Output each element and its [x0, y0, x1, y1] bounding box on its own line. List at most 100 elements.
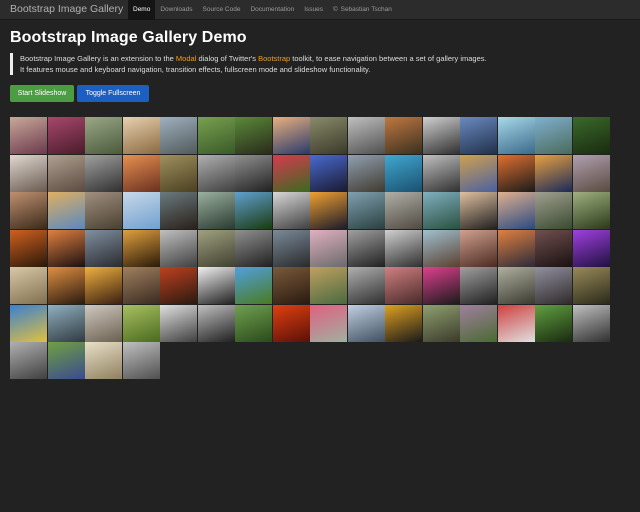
gallery-thumbnail[interactable] [10, 229, 47, 267]
gallery-thumbnail[interactable] [235, 192, 272, 229]
gallery-thumbnail[interactable] [460, 192, 497, 229]
gallery-thumbnail[interactable] [572, 117, 610, 154]
gallery-thumbnail[interactable] [47, 117, 85, 154]
gallery-thumbnail[interactable] [160, 229, 197, 267]
nav-item-source-code[interactable]: Source Code [198, 0, 246, 20]
gallery-thumbnail[interactable] [10, 267, 47, 304]
gallery-thumbnail[interactable] [197, 229, 235, 267]
gallery-thumbnail[interactable] [347, 304, 385, 342]
gallery-thumbnail[interactable] [460, 117, 497, 154]
gallery-thumbnail[interactable] [497, 267, 535, 304]
gallery-thumbnail[interactable] [122, 304, 160, 342]
gallery-thumbnail[interactable] [497, 154, 535, 192]
brand-link[interactable]: Bootstrap Image Gallery [10, 3, 123, 15]
bootstrap-link[interactable]: Bootstrap [258, 54, 290, 63]
gallery-thumbnail[interactable] [160, 154, 197, 192]
gallery-thumbnail[interactable] [122, 154, 160, 192]
gallery-thumbnail[interactable] [85, 154, 122, 192]
gallery-thumbnail[interactable] [385, 117, 422, 154]
gallery-thumbnail[interactable] [47, 229, 85, 267]
gallery-thumbnail[interactable] [535, 154, 572, 192]
gallery-thumbnail[interactable] [347, 229, 385, 267]
gallery-thumbnail[interactable] [122, 342, 160, 379]
gallery-thumbnail[interactable] [85, 117, 122, 154]
gallery-thumbnail[interactable] [160, 117, 197, 154]
toggle-fullscreen-button[interactable]: Toggle Fullscreen [77, 85, 149, 102]
gallery-thumbnail[interactable] [497, 229, 535, 267]
gallery-thumbnail[interactable] [47, 192, 85, 229]
gallery-thumbnail[interactable] [347, 267, 385, 304]
nav-item-demo[interactable]: Demo [128, 0, 156, 20]
nav-item-author[interactable]: © Sebastian Tschan [328, 0, 397, 20]
gallery-thumbnail[interactable] [310, 154, 347, 192]
gallery-thumbnail[interactable] [422, 117, 460, 154]
gallery-thumbnail[interactable] [197, 192, 235, 229]
gallery-thumbnail[interactable] [572, 192, 610, 229]
gallery-thumbnail[interactable] [535, 229, 572, 267]
gallery-thumbnail[interactable] [47, 267, 85, 304]
gallery-thumbnail[interactable] [197, 117, 235, 154]
gallery-thumbnail[interactable] [310, 304, 347, 342]
start-slideshow-button[interactable]: Start Slideshow [10, 85, 74, 102]
gallery-thumbnail[interactable] [347, 117, 385, 154]
gallery-thumbnail[interactable] [272, 267, 310, 304]
gallery-thumbnail[interactable] [10, 154, 47, 192]
gallery-thumbnail[interactable] [385, 267, 422, 304]
gallery-thumbnail[interactable] [47, 342, 85, 379]
gallery-thumbnail[interactable] [535, 304, 572, 342]
nav-item-downloads[interactable]: Downloads [155, 0, 197, 20]
gallery-thumbnail[interactable] [572, 154, 610, 192]
gallery-thumbnail[interactable] [47, 154, 85, 192]
gallery-thumbnail[interactable] [310, 267, 347, 304]
gallery-thumbnail[interactable] [497, 304, 535, 342]
gallery-thumbnail[interactable] [10, 117, 47, 154]
gallery-thumbnail[interactable] [422, 304, 460, 342]
gallery-thumbnail[interactable] [235, 267, 272, 304]
gallery-thumbnail[interactable] [422, 267, 460, 304]
gallery-thumbnail[interactable] [460, 229, 497, 267]
gallery-thumbnail[interactable] [85, 267, 122, 304]
gallery-thumbnail[interactable] [235, 117, 272, 154]
gallery-thumbnail[interactable] [347, 154, 385, 192]
gallery-thumbnail[interactable] [535, 117, 572, 154]
gallery-thumbnail[interactable] [10, 304, 47, 342]
gallery-thumbnail[interactable] [272, 117, 310, 154]
gallery-thumbnail[interactable] [235, 154, 272, 192]
gallery-thumbnail[interactable] [160, 192, 197, 229]
gallery-thumbnail[interactable] [10, 342, 47, 379]
gallery-thumbnail[interactable] [310, 117, 347, 154]
gallery-thumbnail[interactable] [47, 304, 85, 342]
nav-item-issues[interactable]: Issues [299, 0, 328, 20]
gallery-thumbnail[interactable] [422, 229, 460, 267]
gallery-thumbnail[interactable] [310, 229, 347, 267]
gallery-thumbnail[interactable] [572, 304, 610, 342]
gallery-thumbnail[interactable] [572, 229, 610, 267]
gallery-thumbnail[interactable] [385, 229, 422, 267]
gallery-thumbnail[interactable] [197, 154, 235, 192]
gallery-thumbnail[interactable] [122, 192, 160, 229]
gallery-thumbnail[interactable] [497, 117, 535, 154]
gallery-thumbnail[interactable] [85, 342, 122, 379]
gallery-thumbnail[interactable] [422, 154, 460, 192]
gallery-thumbnail[interactable] [535, 267, 572, 304]
gallery-thumbnail[interactable] [310, 192, 347, 229]
gallery-thumbnail[interactable] [272, 229, 310, 267]
gallery-thumbnail[interactable] [347, 192, 385, 229]
gallery-thumbnail[interactable] [460, 304, 497, 342]
gallery-thumbnail[interactable] [460, 154, 497, 192]
gallery-thumbnail[interactable] [85, 192, 122, 229]
gallery-thumbnail[interactable] [160, 267, 197, 304]
gallery-thumbnail[interactable] [272, 154, 310, 192]
gallery-thumbnail[interactable] [272, 192, 310, 229]
gallery-thumbnail[interactable] [535, 192, 572, 229]
gallery-thumbnail[interactable] [572, 267, 610, 304]
gallery-thumbnail[interactable] [460, 267, 497, 304]
gallery-thumbnail[interactable] [122, 229, 160, 267]
gallery-thumbnail[interactable] [422, 192, 460, 229]
gallery-thumbnail[interactable] [122, 267, 160, 304]
gallery-thumbnail[interactable] [385, 154, 422, 192]
gallery-thumbnail[interactable] [197, 304, 235, 342]
gallery-thumbnail[interactable] [197, 267, 235, 304]
nav-item-documentation[interactable]: Documentation [245, 0, 299, 20]
gallery-thumbnail[interactable] [272, 304, 310, 342]
